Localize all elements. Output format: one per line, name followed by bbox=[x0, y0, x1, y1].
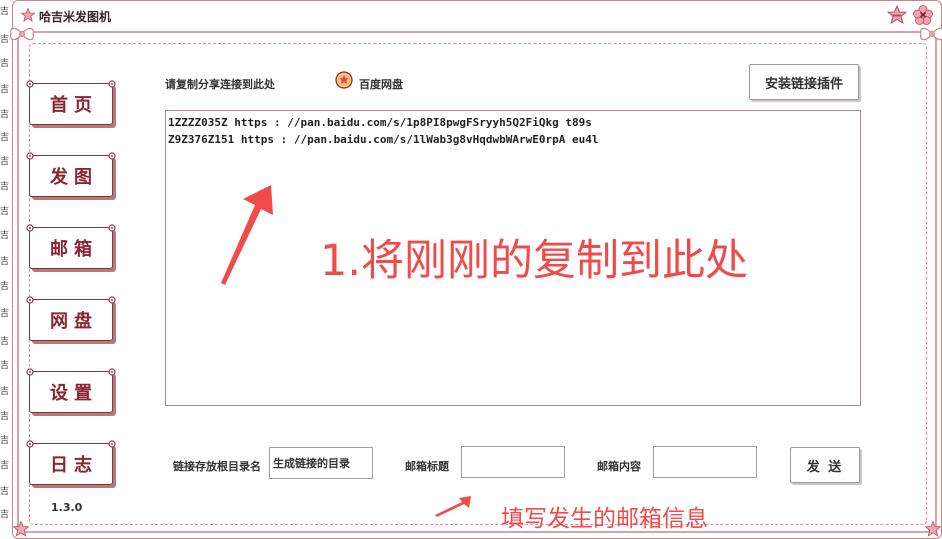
star-minimize-icon[interactable] bbox=[887, 5, 907, 25]
flower-icon bbox=[108, 80, 116, 88]
flower-icon bbox=[108, 368, 116, 376]
nav-netdisk-button[interactable]: 网盘 bbox=[26, 296, 116, 341]
nav-send-image-label: 发图 bbox=[50, 167, 98, 188]
flower-icon bbox=[26, 152, 34, 160]
flower-icon bbox=[108, 152, 116, 160]
nav-log-button[interactable]: 日志 bbox=[26, 440, 116, 485]
copy-link-label: 请复制分享连接到此处 bbox=[165, 78, 275, 91]
flower-icon bbox=[26, 224, 34, 232]
app-window: 哈吉米发图机 首页 发图 邮箱 网盘 设置 日志 1.3.0 请复制分享连接到此… bbox=[10, 0, 942, 539]
nav-log-label: 日志 bbox=[50, 455, 98, 476]
background-window-strip: 吉吉吉 吉吉吉 吉吉吉 吉吉吉 吉吉吉 吉吉吉 吉吉吉 bbox=[0, 0, 12, 539]
root-dir-label: 链接存放根目录名 bbox=[173, 460, 261, 473]
star-corner-icon bbox=[925, 521, 941, 537]
link-line: 1ZZZZ035Z https : //pan.baidu.com/s/1p8P… bbox=[168, 116, 592, 129]
paste-hint-annotation: 1.将刚刚的复制到此处 bbox=[320, 236, 749, 286]
title-bar[interactable]: 哈吉米发图机 bbox=[13, 1, 941, 29]
pink-star-icon bbox=[21, 8, 35, 22]
flower-icon bbox=[26, 296, 34, 304]
nav-mailbox-button[interactable]: 邮箱 bbox=[26, 224, 116, 269]
email-subject-input[interactable] bbox=[461, 446, 565, 478]
flower-icon bbox=[26, 440, 34, 448]
bow-decoration-icon bbox=[920, 27, 942, 41]
bow-decoration-icon bbox=[10, 27, 34, 41]
root-dir-input[interactable]: 生成链接的目录 bbox=[269, 447, 373, 479]
nav-netdisk-label: 网盘 bbox=[50, 311, 98, 332]
nav-settings-label: 设置 bbox=[50, 383, 98, 404]
email-content-input[interactable] bbox=[653, 446, 757, 478]
baidu-pan-label[interactable]: 百度网盘 bbox=[359, 76, 403, 92]
window-title: 哈吉米发图机 bbox=[39, 10, 112, 24]
nav-settings-button[interactable]: 设置 bbox=[26, 368, 116, 413]
nav-home-label: 首页 bbox=[50, 95, 98, 116]
flower-icon bbox=[108, 440, 116, 448]
email-subject-label: 邮箱标题 bbox=[405, 460, 449, 473]
flower-icon bbox=[108, 296, 116, 304]
link-line: Z9Z376Z151 https : //pan.baidu.com/s/1lW… bbox=[168, 133, 599, 146]
version-label: 1.3.0 bbox=[51, 501, 83, 514]
flower-icon bbox=[26, 80, 34, 88]
star-corner-icon bbox=[13, 521, 29, 537]
install-plugin-button[interactable]: 安装链接插件 bbox=[749, 64, 859, 100]
nav-home-button[interactable]: 首页 bbox=[26, 80, 116, 125]
nav-send-image-button[interactable]: 发图 bbox=[26, 152, 116, 197]
flower-close-icon[interactable] bbox=[913, 5, 933, 25]
baidu-pan-icon[interactable] bbox=[335, 71, 353, 89]
nav-mailbox-label: 邮箱 bbox=[50, 239, 98, 260]
annotation-arrow-small bbox=[435, 496, 471, 517]
email-content-label: 邮箱内容 bbox=[597, 460, 641, 473]
flower-icon bbox=[26, 368, 34, 376]
email-hint-annotation: 填写发生的邮箱信息 bbox=[501, 506, 708, 532]
flower-icon bbox=[108, 224, 116, 232]
annotation-arrow-up bbox=[221, 185, 273, 285]
send-button[interactable]: 发 送 bbox=[790, 447, 860, 483]
